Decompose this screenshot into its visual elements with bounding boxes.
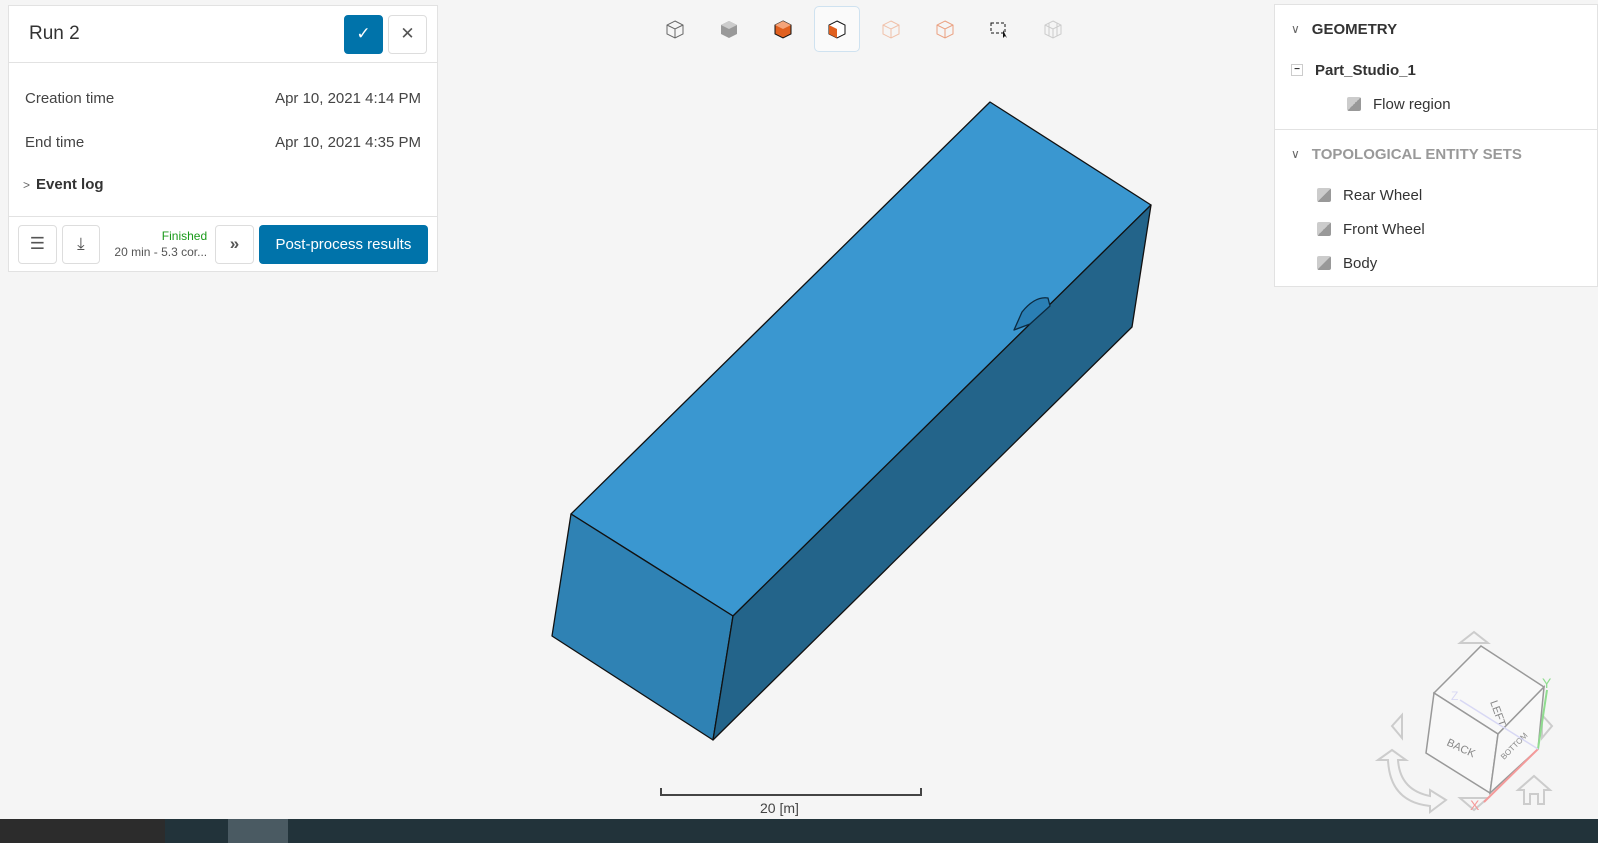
axis-z-label: Z bbox=[1451, 689, 1458, 703]
solid-view-button[interactable] bbox=[706, 6, 752, 52]
chevron-down-icon: ∨ bbox=[1291, 147, 1300, 161]
home-icon[interactable] bbox=[1515, 774, 1553, 805]
cube-orange-icon bbox=[774, 20, 792, 39]
cube-solid-icon bbox=[721, 21, 737, 38]
select-edge-button[interactable] bbox=[922, 6, 968, 52]
axis-x-label: X bbox=[1470, 797, 1480, 813]
cube-icon bbox=[1347, 97, 1361, 111]
next-button[interactable]: » bbox=[215, 224, 254, 264]
select-vertex-button[interactable] bbox=[868, 6, 914, 52]
event-log-label: Event log bbox=[36, 176, 104, 193]
geometry-header-label: GEOMETRY bbox=[1311, 20, 1398, 38]
box-select-button[interactable] bbox=[976, 6, 1022, 52]
face-set-icon bbox=[1317, 188, 1331, 202]
tree-item-flow-region[interactable]: Flow region bbox=[1275, 87, 1597, 121]
rotate-left-icon[interactable] bbox=[1390, 712, 1403, 741]
cube-edge-icon bbox=[936, 20, 954, 39]
rotate-up-icon[interactable] bbox=[1457, 630, 1491, 644]
close-icon: ✕ bbox=[400, 24, 415, 43]
cube-face-icon bbox=[828, 20, 846, 39]
flow-region-model[interactable] bbox=[551, 101, 1152, 741]
chevron-down-icon: ∨ bbox=[1291, 22, 1300, 36]
download-button[interactable]: ⤓ bbox=[61, 224, 101, 264]
end-time-label: End time bbox=[25, 134, 85, 151]
scale-bar bbox=[660, 788, 922, 796]
post-process-button[interactable]: Post-process results bbox=[258, 224, 429, 264]
taskbar bbox=[0, 819, 1598, 843]
select-face-button[interactable] bbox=[814, 6, 860, 52]
status-detail: 20 min - 5.3 cor... bbox=[114, 245, 208, 259]
cube-outline-icon bbox=[666, 20, 684, 39]
geometry-tree-panel: ∨ GEOMETRY − Part_Studio_1 Flow region ∨ TO… bbox=[1274, 4, 1598, 287]
tree-item-part-studio[interactable]: − Part_Studio_1 bbox=[1275, 53, 1597, 87]
download-icon: ⤓ bbox=[77, 234, 85, 253]
run-details-panel: Run 2 ✓ ✕ Creation time Apr 10, 2021 4:14… bbox=[8, 5, 438, 272]
chevron-right-icon: > bbox=[23, 178, 31, 192]
end-time-value: Apr 10, 2021 4:35 PM bbox=[275, 134, 421, 151]
tree-item-set[interactable]: Front Wheel bbox=[1275, 212, 1597, 246]
wireframe-view-button[interactable] bbox=[652, 6, 698, 52]
set-label: Rear Wheel bbox=[1343, 186, 1423, 204]
tree-item-set[interactable]: Body bbox=[1275, 246, 1597, 280]
axis-y-label: Y bbox=[1542, 675, 1552, 691]
creation-time-value: Apr 10, 2021 4:14 PM bbox=[275, 90, 421, 107]
entity-sets-section-header[interactable]: ∨ TOPOLOGICAL ENTITY SETS bbox=[1275, 130, 1597, 178]
close-button[interactable]: ✕ bbox=[388, 14, 427, 54]
event-log-toggle[interactable]: > Event log bbox=[23, 176, 437, 193]
entity-sets-header-label: TOPOLOGICAL ENTITY SETS bbox=[1311, 145, 1522, 163]
set-label: Front Wheel bbox=[1343, 220, 1425, 238]
confirm-button[interactable]: ✓ bbox=[344, 14, 383, 54]
face-set-icon bbox=[1317, 256, 1331, 270]
face-set-icon bbox=[1317, 222, 1331, 236]
view-toolbar bbox=[648, 6, 1080, 52]
part-label: Part_Studio_1 bbox=[1315, 61, 1416, 79]
collapse-icon[interactable]: − bbox=[1291, 64, 1303, 76]
flow-region-label: Flow region bbox=[1373, 95, 1451, 113]
box-select-icon bbox=[990, 22, 1007, 38]
list-icon: ☰ bbox=[29, 234, 45, 253]
list-button[interactable]: ☰ bbox=[18, 224, 57, 264]
cube-vertex-icon bbox=[882, 20, 900, 39]
tree-item-set[interactable]: Rear Wheel bbox=[1275, 178, 1597, 212]
double-chevron-right-icon: » bbox=[229, 234, 240, 253]
view-cube[interactable]: LEFT BACK BOTTOM X Y Z bbox=[1350, 610, 1598, 819]
select-volume-button[interactable] bbox=[760, 6, 806, 52]
mesh-view-button[interactable] bbox=[1030, 6, 1076, 52]
set-label: Body bbox=[1343, 254, 1378, 272]
run-title: Run 2 bbox=[29, 23, 80, 44]
status-badge: Finished bbox=[161, 229, 208, 243]
creation-time-label: Creation time bbox=[25, 90, 115, 107]
check-icon: ✓ bbox=[356, 24, 371, 43]
mesh-icon bbox=[1044, 20, 1062, 39]
geometry-section-header[interactable]: ∨ GEOMETRY bbox=[1275, 5, 1597, 53]
scale-bar-label: 20 [m] bbox=[760, 800, 799, 816]
